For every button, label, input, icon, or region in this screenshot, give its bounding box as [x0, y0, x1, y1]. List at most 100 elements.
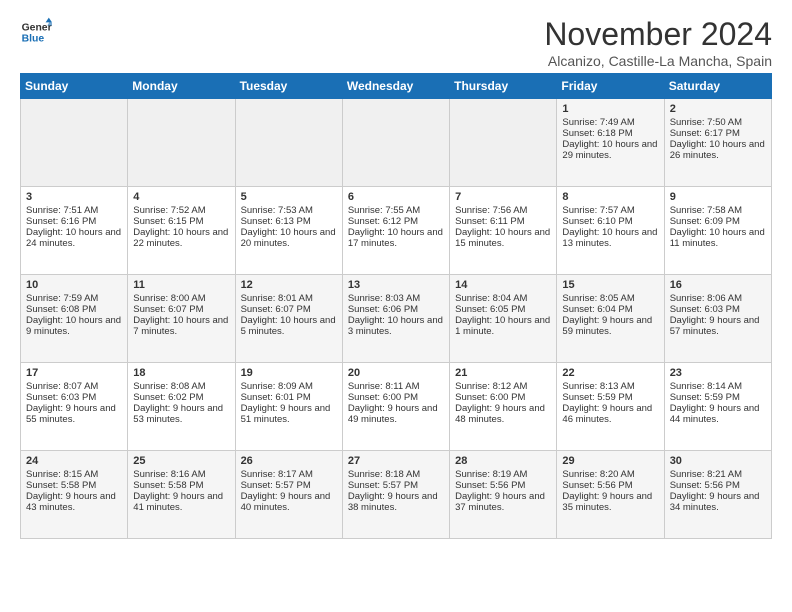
day-number: 2 — [670, 103, 766, 115]
daylight: Daylight: 9 hours and 34 minutes. — [670, 491, 760, 513]
day-number: 23 — [670, 367, 766, 379]
day-number: 29 — [562, 455, 658, 467]
calendar-cell: 7 Sunrise: 7:56 AMSunset: 6:11 PMDaylight… — [450, 187, 557, 275]
header-row: SundayMondayTuesdayWednesdayThursdayFrid… — [21, 74, 772, 99]
calendar-table: SundayMondayTuesdayWednesdayThursdayFrid… — [20, 73, 772, 539]
sunrise: Sunrise: 8:09 AM — [241, 381, 313, 392]
day-header-wednesday: Wednesday — [342, 74, 449, 99]
sunrise: Sunrise: 8:21 AM — [670, 469, 742, 480]
calendar-cell — [450, 99, 557, 187]
sunrise: Sunrise: 7:56 AM — [455, 205, 527, 216]
calendar-cell: 15Sunrise: 8:05 AMSunset: 6:04 PMDayligh… — [557, 275, 664, 363]
day-number: 3 — [26, 191, 122, 203]
week-row-2: 3Sunrise: 7:51 AMSunset: 6:16 PMDaylight… — [21, 187, 772, 275]
sunset: Sunset: 6:02 PM — [133, 392, 203, 403]
day-number: 16 — [670, 279, 766, 291]
day-number: 11 — [133, 279, 229, 291]
day-number: 21 — [455, 367, 551, 379]
calendar-cell: 17Sunrise: 8:07 AMSunset: 6:03 PMDayligh… — [21, 363, 128, 451]
sunset: Sunset: 6:18 PM — [562, 128, 632, 139]
calendar-cell: 19Sunrise: 8:09 AMSunset: 6:01 PMDayligh… — [235, 363, 342, 451]
daylight: Daylight: 10 hours and 22 minutes. — [133, 227, 228, 249]
calendar-cell — [21, 99, 128, 187]
calendar-cell: 5 Sunrise: 7:53 AMSunset: 6:13 PMDaylight… — [235, 187, 342, 275]
daylight: Daylight: 9 hours and 59 minutes. — [562, 315, 652, 337]
sunset: Sunset: 6:03 PM — [670, 304, 740, 315]
sunrise: Sunrise: 8:01 AM — [241, 293, 313, 304]
day-number: 10 — [26, 279, 122, 291]
sunset: Sunset: 5:56 PM — [562, 480, 632, 491]
week-row-4: 17Sunrise: 8:07 AMSunset: 6:03 PMDayligh… — [21, 363, 772, 451]
sunset: Sunset: 5:57 PM — [241, 480, 311, 491]
calendar-cell: 13Sunrise: 8:03 AMSunset: 6:06 PMDayligh… — [342, 275, 449, 363]
sunrise: Sunrise: 8:16 AM — [133, 469, 205, 480]
day-number: 5 — [241, 191, 337, 203]
sunset: Sunset: 6:04 PM — [562, 304, 632, 315]
daylight: Daylight: 9 hours and 53 minutes. — [133, 403, 223, 425]
day-number: 13 — [348, 279, 444, 291]
sunrise: Sunrise: 8:12 AM — [455, 381, 527, 392]
sunset: Sunset: 6:17 PM — [670, 128, 740, 139]
calendar-cell: 27Sunrise: 8:18 AMSunset: 5:57 PMDayligh… — [342, 451, 449, 539]
daylight: Daylight: 10 hours and 29 minutes. — [562, 139, 657, 161]
daylight: Daylight: 9 hours and 44 minutes. — [670, 403, 760, 425]
week-row-1: 1 Sunrise: 7:49 AMSunset: 6:18 PMDaylight… — [21, 99, 772, 187]
calendar-cell: 1 Sunrise: 7:49 AMSunset: 6:18 PMDaylight… — [557, 99, 664, 187]
day-number: 25 — [133, 455, 229, 467]
sunrise: Sunrise: 8:06 AM — [670, 293, 742, 304]
calendar-cell: 11Sunrise: 8:00 AMSunset: 6:07 PMDayligh… — [128, 275, 235, 363]
day-number: 22 — [562, 367, 658, 379]
week-row-5: 24Sunrise: 8:15 AMSunset: 5:58 PMDayligh… — [21, 451, 772, 539]
sunset: Sunset: 6:00 PM — [348, 392, 418, 403]
daylight: Daylight: 10 hours and 15 minutes. — [455, 227, 550, 249]
calendar-cell: 18 Sunrise: 8:08 AMSunset: 6:02 PMDayligh… — [128, 363, 235, 451]
sunset: Sunset: 6:11 PM — [455, 216, 525, 227]
sunrise: Sunrise: 7:58 AM — [670, 205, 742, 216]
sunrise: Sunrise: 8:04 AM — [455, 293, 527, 304]
sunset: Sunset: 5:59 PM — [670, 392, 740, 403]
calendar-cell — [342, 99, 449, 187]
day-number: 18 — [133, 367, 229, 379]
sunset: Sunset: 6:12 PM — [348, 216, 418, 227]
calendar-cell: 6Sunrise: 7:55 AMSunset: 6:12 PMDaylight… — [342, 187, 449, 275]
daylight: Daylight: 10 hours and 3 minutes. — [348, 315, 443, 337]
calendar-cell: 30Sunrise: 8:21 AMSunset: 5:56 PMDayligh… — [664, 451, 771, 539]
day-number: 1 — [562, 103, 658, 115]
calendar-cell: 3Sunrise: 7:51 AMSunset: 6:16 PMDaylight… — [21, 187, 128, 275]
daylight: Daylight: 9 hours and 43 minutes. — [26, 491, 116, 513]
sunrise: Sunrise: 8:11 AM — [348, 381, 420, 392]
calendar-cell: 12Sunrise: 8:01 AMSunset: 6:07 PMDayligh… — [235, 275, 342, 363]
sunset: Sunset: 6:09 PM — [670, 216, 740, 227]
week-row-3: 10Sunrise: 7:59 AMSunset: 6:08 PMDayligh… — [21, 275, 772, 363]
day-number: 6 — [348, 191, 444, 203]
day-number: 27 — [348, 455, 444, 467]
day-header-tuesday: Tuesday — [235, 74, 342, 99]
day-header-monday: Monday — [128, 74, 235, 99]
sunset: Sunset: 6:07 PM — [241, 304, 311, 315]
sunset: Sunset: 6:13 PM — [241, 216, 311, 227]
calendar-cell: 20Sunrise: 8:11 AMSunset: 6:00 PMDayligh… — [342, 363, 449, 451]
svg-text:Blue: Blue — [22, 34, 45, 45]
daylight: Daylight: 9 hours and 35 minutes. — [562, 491, 652, 513]
daylight: Daylight: 9 hours and 37 minutes. — [455, 491, 545, 513]
day-number: 7 — [455, 191, 551, 203]
sunrise: Sunrise: 8:19 AM — [455, 469, 527, 480]
sunrise: Sunrise: 7:50 AM — [670, 117, 742, 128]
calendar-cell: 28Sunrise: 8:19 AMSunset: 5:56 PMDayligh… — [450, 451, 557, 539]
daylight: Daylight: 10 hours and 20 minutes. — [241, 227, 336, 249]
calendar-cell: 25Sunrise: 8:16 AMSunset: 5:58 PMDayligh… — [128, 451, 235, 539]
sunset: Sunset: 6:08 PM — [26, 304, 96, 315]
sunset: Sunset: 5:56 PM — [455, 480, 525, 491]
sunrise: Sunrise: 7:49 AM — [562, 117, 634, 128]
sunrise: Sunrise: 8:03 AM — [348, 293, 420, 304]
sunrise: Sunrise: 8:08 AM — [133, 381, 205, 392]
sunrise: Sunrise: 8:14 AM — [670, 381, 742, 392]
location: Alcanizo, Castille-La Mancha, Spain — [544, 53, 772, 69]
day-number: 14 — [455, 279, 551, 291]
day-number: 8 — [562, 191, 658, 203]
sunset: Sunset: 5:59 PM — [562, 392, 632, 403]
day-number: 15 — [562, 279, 658, 291]
sunrise: Sunrise: 7:53 AM — [241, 205, 313, 216]
daylight: Daylight: 10 hours and 17 minutes. — [348, 227, 443, 249]
sunset: Sunset: 5:56 PM — [670, 480, 740, 491]
